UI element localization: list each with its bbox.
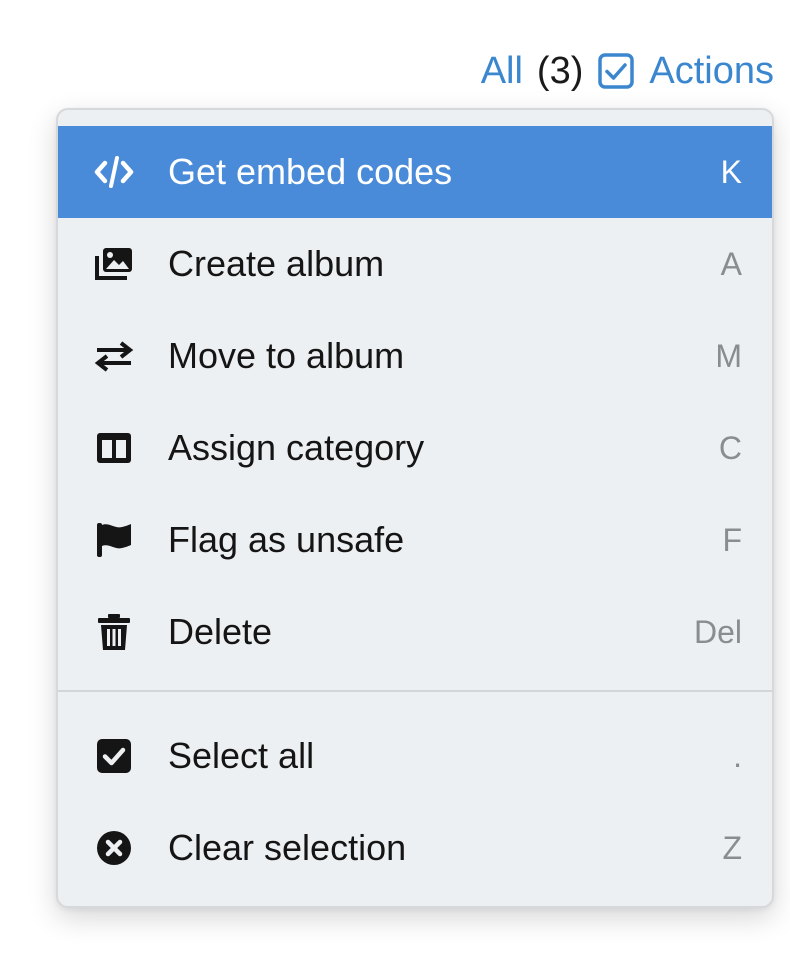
- check-square-outline-icon: [597, 52, 635, 90]
- all-link[interactable]: All: [481, 50, 523, 93]
- menu-item-label: Flag as unsafe: [168, 519, 405, 560]
- menu-divider: [58, 690, 772, 692]
- images-icon: [94, 245, 134, 283]
- menu-item-label: Assign category: [168, 427, 425, 468]
- selection-toolbar: All (3) Actions: [481, 44, 774, 98]
- times-circle-icon: [94, 829, 134, 867]
- menu-item-label: Select all: [168, 735, 315, 776]
- code-icon: [94, 153, 134, 191]
- menu-item-assign-category[interactable]: Assign category C: [58, 402, 772, 494]
- trash-icon: [94, 613, 134, 651]
- actions-label: Actions: [649, 49, 774, 92]
- flag-icon: [94, 521, 134, 559]
- selection-count: (3): [536, 49, 584, 92]
- shortcut-key: Del: [693, 613, 742, 650]
- actions-button[interactable]: Actions: [597, 50, 774, 93]
- shortcut-key: K: [720, 153, 742, 190]
- shortcut-key: F: [722, 521, 742, 558]
- columns-icon: [94, 429, 134, 467]
- menu-item-label: Move to album: [168, 335, 405, 376]
- menu-item-label: Get embed codes: [168, 151, 453, 192]
- shortcut-key: M: [715, 337, 742, 374]
- menu-item-flag-as-unsafe[interactable]: Flag as unsafe F: [58, 494, 772, 586]
- menu-item-move-to-album[interactable]: Move to album M: [58, 310, 772, 402]
- menu-item-label: Delete: [168, 611, 273, 652]
- menu-item-label: Create album: [168, 243, 385, 284]
- menu-item-delete[interactable]: Delete Del: [58, 586, 772, 678]
- menu-item-create-album[interactable]: Create album A: [58, 218, 772, 310]
- check-square-icon: [94, 737, 134, 775]
- menu-item-label: Clear selection: [168, 827, 407, 868]
- shortcut-key: A: [720, 245, 742, 282]
- menu-item-select-all[interactable]: Select all .: [58, 710, 772, 802]
- exchange-arrows-icon: [94, 337, 134, 375]
- shortcut-key: C: [718, 429, 742, 466]
- menu-item-clear-selection[interactable]: Clear selection Z: [58, 802, 772, 894]
- shortcut-key: .: [733, 737, 742, 774]
- menu-item-get-embed-codes[interactable]: Get embed codes K: [58, 126, 772, 218]
- shortcut-key: Z: [722, 829, 742, 866]
- actions-dropdown-menu: Get embed codes K Create album A Move to…: [56, 108, 774, 908]
